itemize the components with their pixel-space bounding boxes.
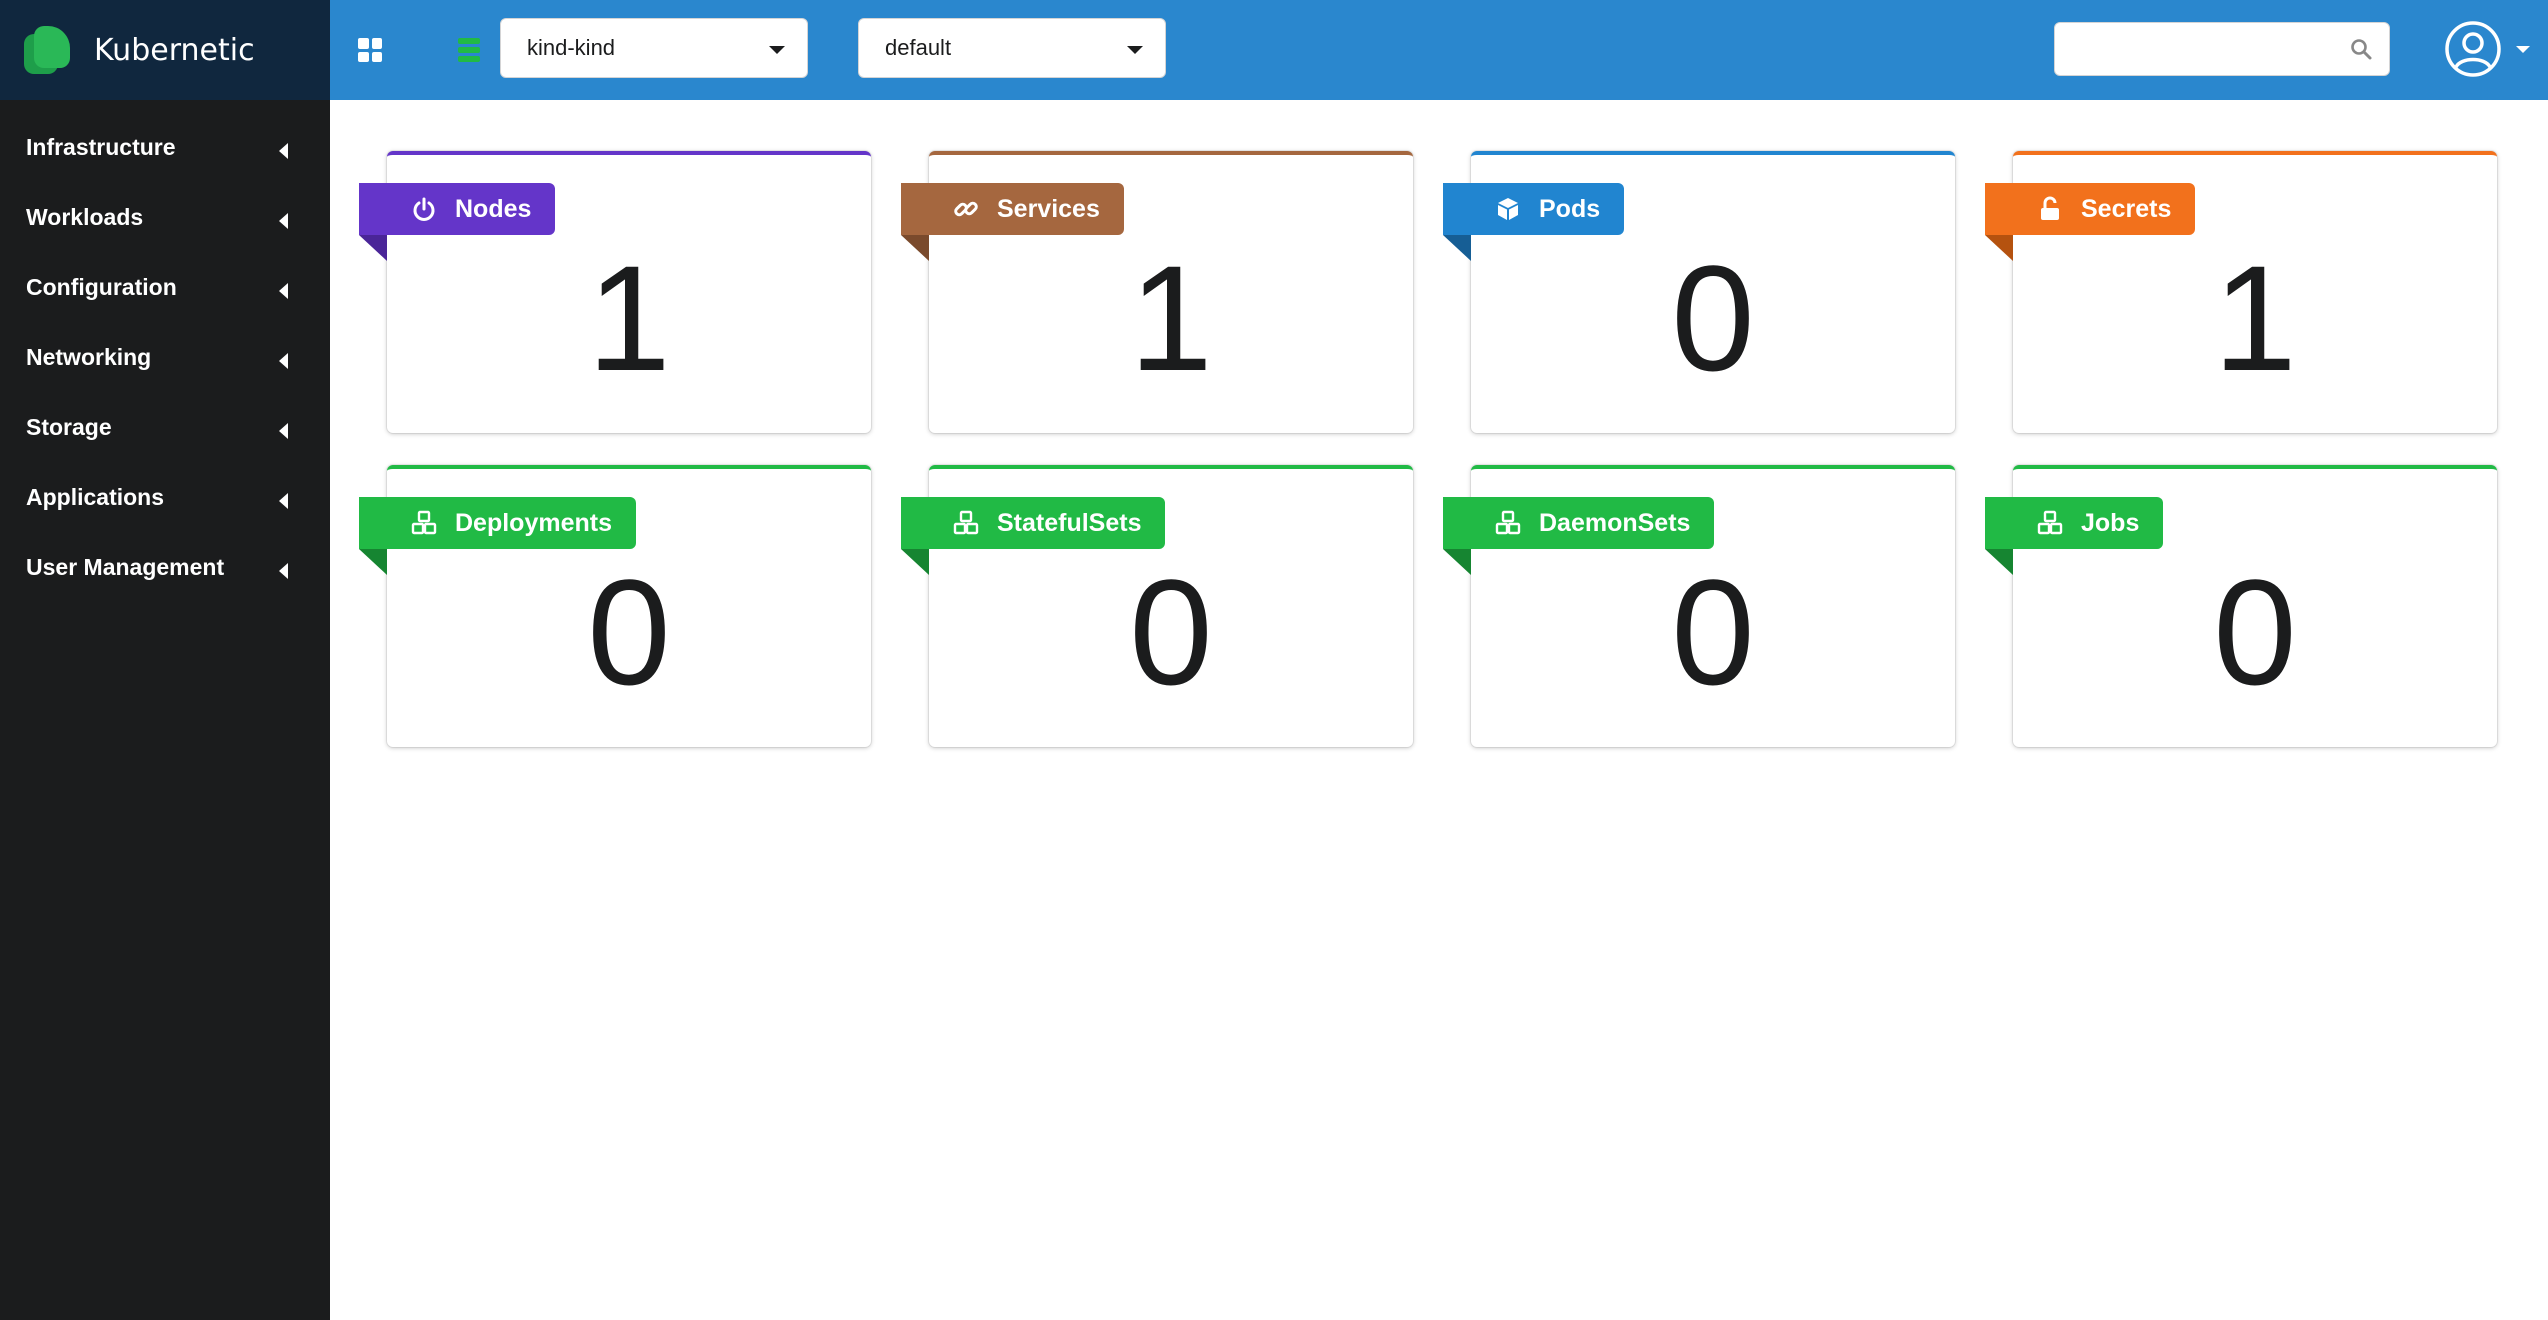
top-bar: kind-kind default bbox=[330, 0, 2548, 100]
sidebar-item-storage[interactable]: Storage bbox=[0, 392, 330, 462]
sidebar-item-workloads[interactable]: Workloads bbox=[0, 182, 330, 252]
card-label: Deployments bbox=[455, 508, 612, 537]
card-count: 0 bbox=[1671, 548, 1755, 716]
ribbon-statefulsets[interactable]: StatefulSets bbox=[901, 497, 1166, 575]
cluster-select-value: kind-kind bbox=[527, 35, 616, 60]
power-icon bbox=[413, 197, 435, 221]
card-jobs[interactable]: Jobs 0 bbox=[1985, 465, 2497, 747]
user-menu-caret-icon[interactable] bbox=[2516, 46, 2530, 53]
ribbon-nodes[interactable]: Nodes bbox=[359, 183, 556, 261]
sidebar-nav: Infrastructure Workloads Configuration N… bbox=[0, 100, 330, 602]
database-icon bbox=[458, 38, 480, 62]
sidebar-item-label: Applications bbox=[26, 483, 165, 510]
caret-left-icon bbox=[279, 423, 288, 439]
cubes-icon bbox=[411, 510, 437, 535]
card-pods[interactable]: Pods 0 bbox=[1443, 151, 1955, 433]
sidebar-item-networking[interactable]: Networking bbox=[0, 322, 330, 392]
brand[interactable]: Kubernetic bbox=[0, 0, 330, 100]
sidebar-item-applications[interactable]: Applications bbox=[0, 462, 330, 532]
cluster-select[interactable]: kind-kind bbox=[500, 18, 808, 78]
search-input[interactable] bbox=[2071, 23, 2341, 73]
sidebar-item-label: Configuration bbox=[26, 273, 177, 300]
card-count: 0 bbox=[1129, 548, 1213, 716]
ribbon-daemonsets[interactable]: DaemonSets bbox=[1443, 497, 1715, 575]
card-label: Nodes bbox=[455, 194, 532, 223]
namespace-select[interactable]: default bbox=[858, 18, 1166, 78]
card-label: Secrets bbox=[2081, 194, 2172, 223]
dropdown-caret-icon bbox=[769, 46, 785, 54]
link-icon bbox=[954, 201, 978, 217]
card-label: StatefulSets bbox=[997, 508, 1142, 537]
ribbon-pods[interactable]: Pods bbox=[1443, 183, 1625, 261]
card-nodes[interactable]: Nodes 1 bbox=[359, 151, 871, 433]
card-count: 1 bbox=[2213, 234, 2297, 402]
card-count: 1 bbox=[1129, 234, 1213, 402]
cubes-icon bbox=[953, 510, 979, 535]
card-count: 1 bbox=[587, 234, 671, 402]
kubernetic-logo-icon bbox=[24, 24, 76, 76]
unlock-icon bbox=[2041, 196, 2059, 220]
card-count: 0 bbox=[587, 548, 671, 716]
dashboard-grid-icon[interactable] bbox=[358, 38, 382, 62]
sidebar-item-user-management[interactable]: User Management bbox=[0, 532, 330, 602]
card-label: Jobs bbox=[2081, 508, 2140, 537]
cube-icon bbox=[1498, 198, 1518, 220]
namespace-select-value: default bbox=[885, 35, 952, 60]
ribbon-services[interactable]: Services bbox=[901, 183, 1124, 261]
sidebar-item-configuration[interactable]: Configuration bbox=[0, 252, 330, 322]
ribbon-deployments[interactable]: Deployments bbox=[359, 497, 636, 575]
card-statefulsets[interactable]: StatefulSets 0 bbox=[901, 465, 1413, 747]
card-count: 0 bbox=[1671, 234, 1755, 402]
dropdown-caret-icon bbox=[1127, 46, 1143, 54]
search-box bbox=[2054, 22, 2390, 76]
sidebar-item-label: Storage bbox=[26, 413, 112, 440]
sidebar-item-label: Infrastructure bbox=[26, 133, 176, 160]
caret-left-icon bbox=[279, 143, 288, 159]
search-icon[interactable] bbox=[2349, 37, 2373, 61]
sidebar-item-label: Networking bbox=[26, 343, 152, 370]
card-label: DaemonSets bbox=[1539, 508, 1691, 537]
user-circle-icon[interactable] bbox=[2444, 20, 2502, 78]
card-label: Pods bbox=[1539, 194, 1601, 223]
card-deployments[interactable]: Deployments 0 bbox=[359, 465, 871, 747]
sidebar: Kubernetic Infrastructure Workloads Conf… bbox=[0, 0, 330, 1320]
card-count: 0 bbox=[2213, 548, 2297, 716]
brand-name: Kubernetic bbox=[94, 32, 255, 68]
ribbon-jobs[interactable]: Jobs bbox=[1985, 497, 2164, 575]
caret-left-icon bbox=[279, 213, 288, 229]
card-daemonsets[interactable]: DaemonSets 0 bbox=[1443, 465, 1955, 747]
caret-left-icon bbox=[279, 493, 288, 509]
caret-left-icon bbox=[279, 563, 288, 579]
ribbon-secrets[interactable]: Secrets bbox=[1985, 183, 2196, 261]
card-label: Services bbox=[997, 194, 1100, 223]
sidebar-item-label: User Management bbox=[26, 553, 225, 580]
caret-left-icon bbox=[279, 353, 288, 369]
sidebar-item-infrastructure[interactable]: Infrastructure bbox=[0, 112, 330, 182]
card-secrets[interactable]: Secrets 1 bbox=[1985, 151, 2497, 433]
card-services[interactable]: Services 1 bbox=[901, 151, 1413, 433]
sidebar-item-label: Workloads bbox=[26, 203, 144, 230]
cubes-icon bbox=[2037, 510, 2063, 535]
caret-left-icon bbox=[279, 283, 288, 299]
cubes-icon bbox=[1495, 510, 1521, 535]
